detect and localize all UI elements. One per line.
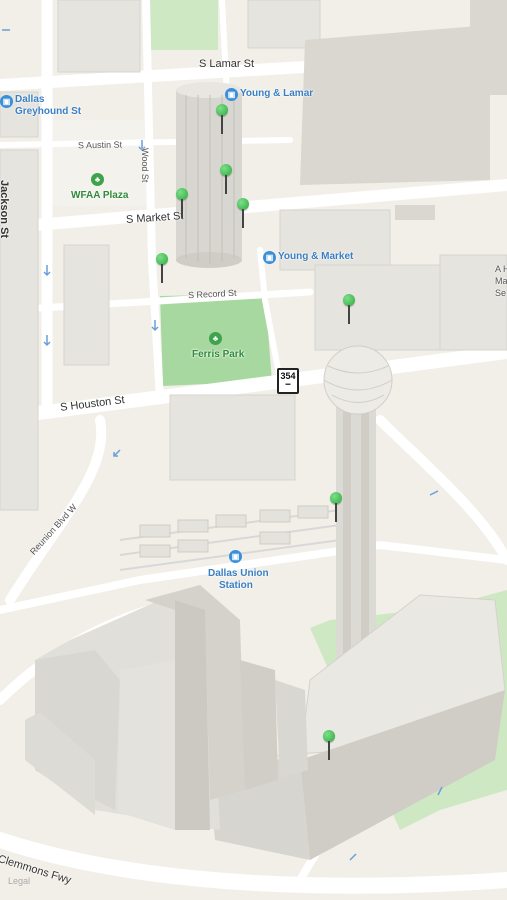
transit-label-greyhound-1[interactable]: Dallas xyxy=(15,94,44,105)
transit-label-union-station-2[interactable]: Station xyxy=(219,580,253,591)
map-pin[interactable] xyxy=(330,492,342,522)
map-pin[interactable] xyxy=(216,104,228,134)
partial-label-3: Se xyxy=(495,288,507,298)
transit-label-young-market[interactable]: Young & Market xyxy=(278,251,353,262)
tree-icon[interactable]: ♣ xyxy=(91,173,104,186)
street-label-s-austin: S Austin St xyxy=(77,139,123,151)
transit-label-union-station-1[interactable]: Dallas Union xyxy=(208,568,269,579)
park-label-wfaa[interactable]: WFAA Plaza xyxy=(71,190,128,201)
map-pin[interactable] xyxy=(176,188,188,218)
road-wood xyxy=(142,0,164,404)
green-area-top xyxy=(142,0,218,50)
highway-shield-number: 354 xyxy=(280,371,296,381)
transit-label-greyhound-2[interactable]: Greyhound St xyxy=(15,106,81,117)
legal-link[interactable]: Legal xyxy=(8,876,30,886)
street-label-jackson: Jackson St xyxy=(0,180,10,239)
bus-icon[interactable]: ▣ xyxy=(263,251,276,264)
transit-label-young-lamar[interactable]: Young & Lamar xyxy=(240,88,313,99)
map-view[interactable]: S Lamar St S Austin St Jackson St Wood S… xyxy=(0,0,507,900)
street-label-wood: Wood St xyxy=(140,148,150,183)
map-pin[interactable] xyxy=(156,253,168,283)
cylinder-tower xyxy=(176,82,242,268)
street-label-s-lamar: S Lamar St xyxy=(199,58,255,70)
park-label-ferris[interactable]: Ferris Park xyxy=(192,349,244,360)
map-pin[interactable] xyxy=(220,164,232,194)
partial-label-1: A H xyxy=(495,264,507,274)
map-pin[interactable] xyxy=(237,198,249,228)
map-pin[interactable] xyxy=(323,730,335,760)
map-base-layer xyxy=(0,0,507,894)
bus-icon[interactable]: ▣ xyxy=(0,95,13,108)
tree-icon[interactable]: ♣ xyxy=(209,332,222,345)
bus-icon[interactable]: ▣ xyxy=(225,88,238,101)
partial-label-2: Ma xyxy=(495,276,507,286)
map-pin[interactable] xyxy=(343,294,355,324)
train-icon[interactable]: ▣ xyxy=(229,550,242,563)
highway-shield: 354 ▬ xyxy=(277,368,299,394)
